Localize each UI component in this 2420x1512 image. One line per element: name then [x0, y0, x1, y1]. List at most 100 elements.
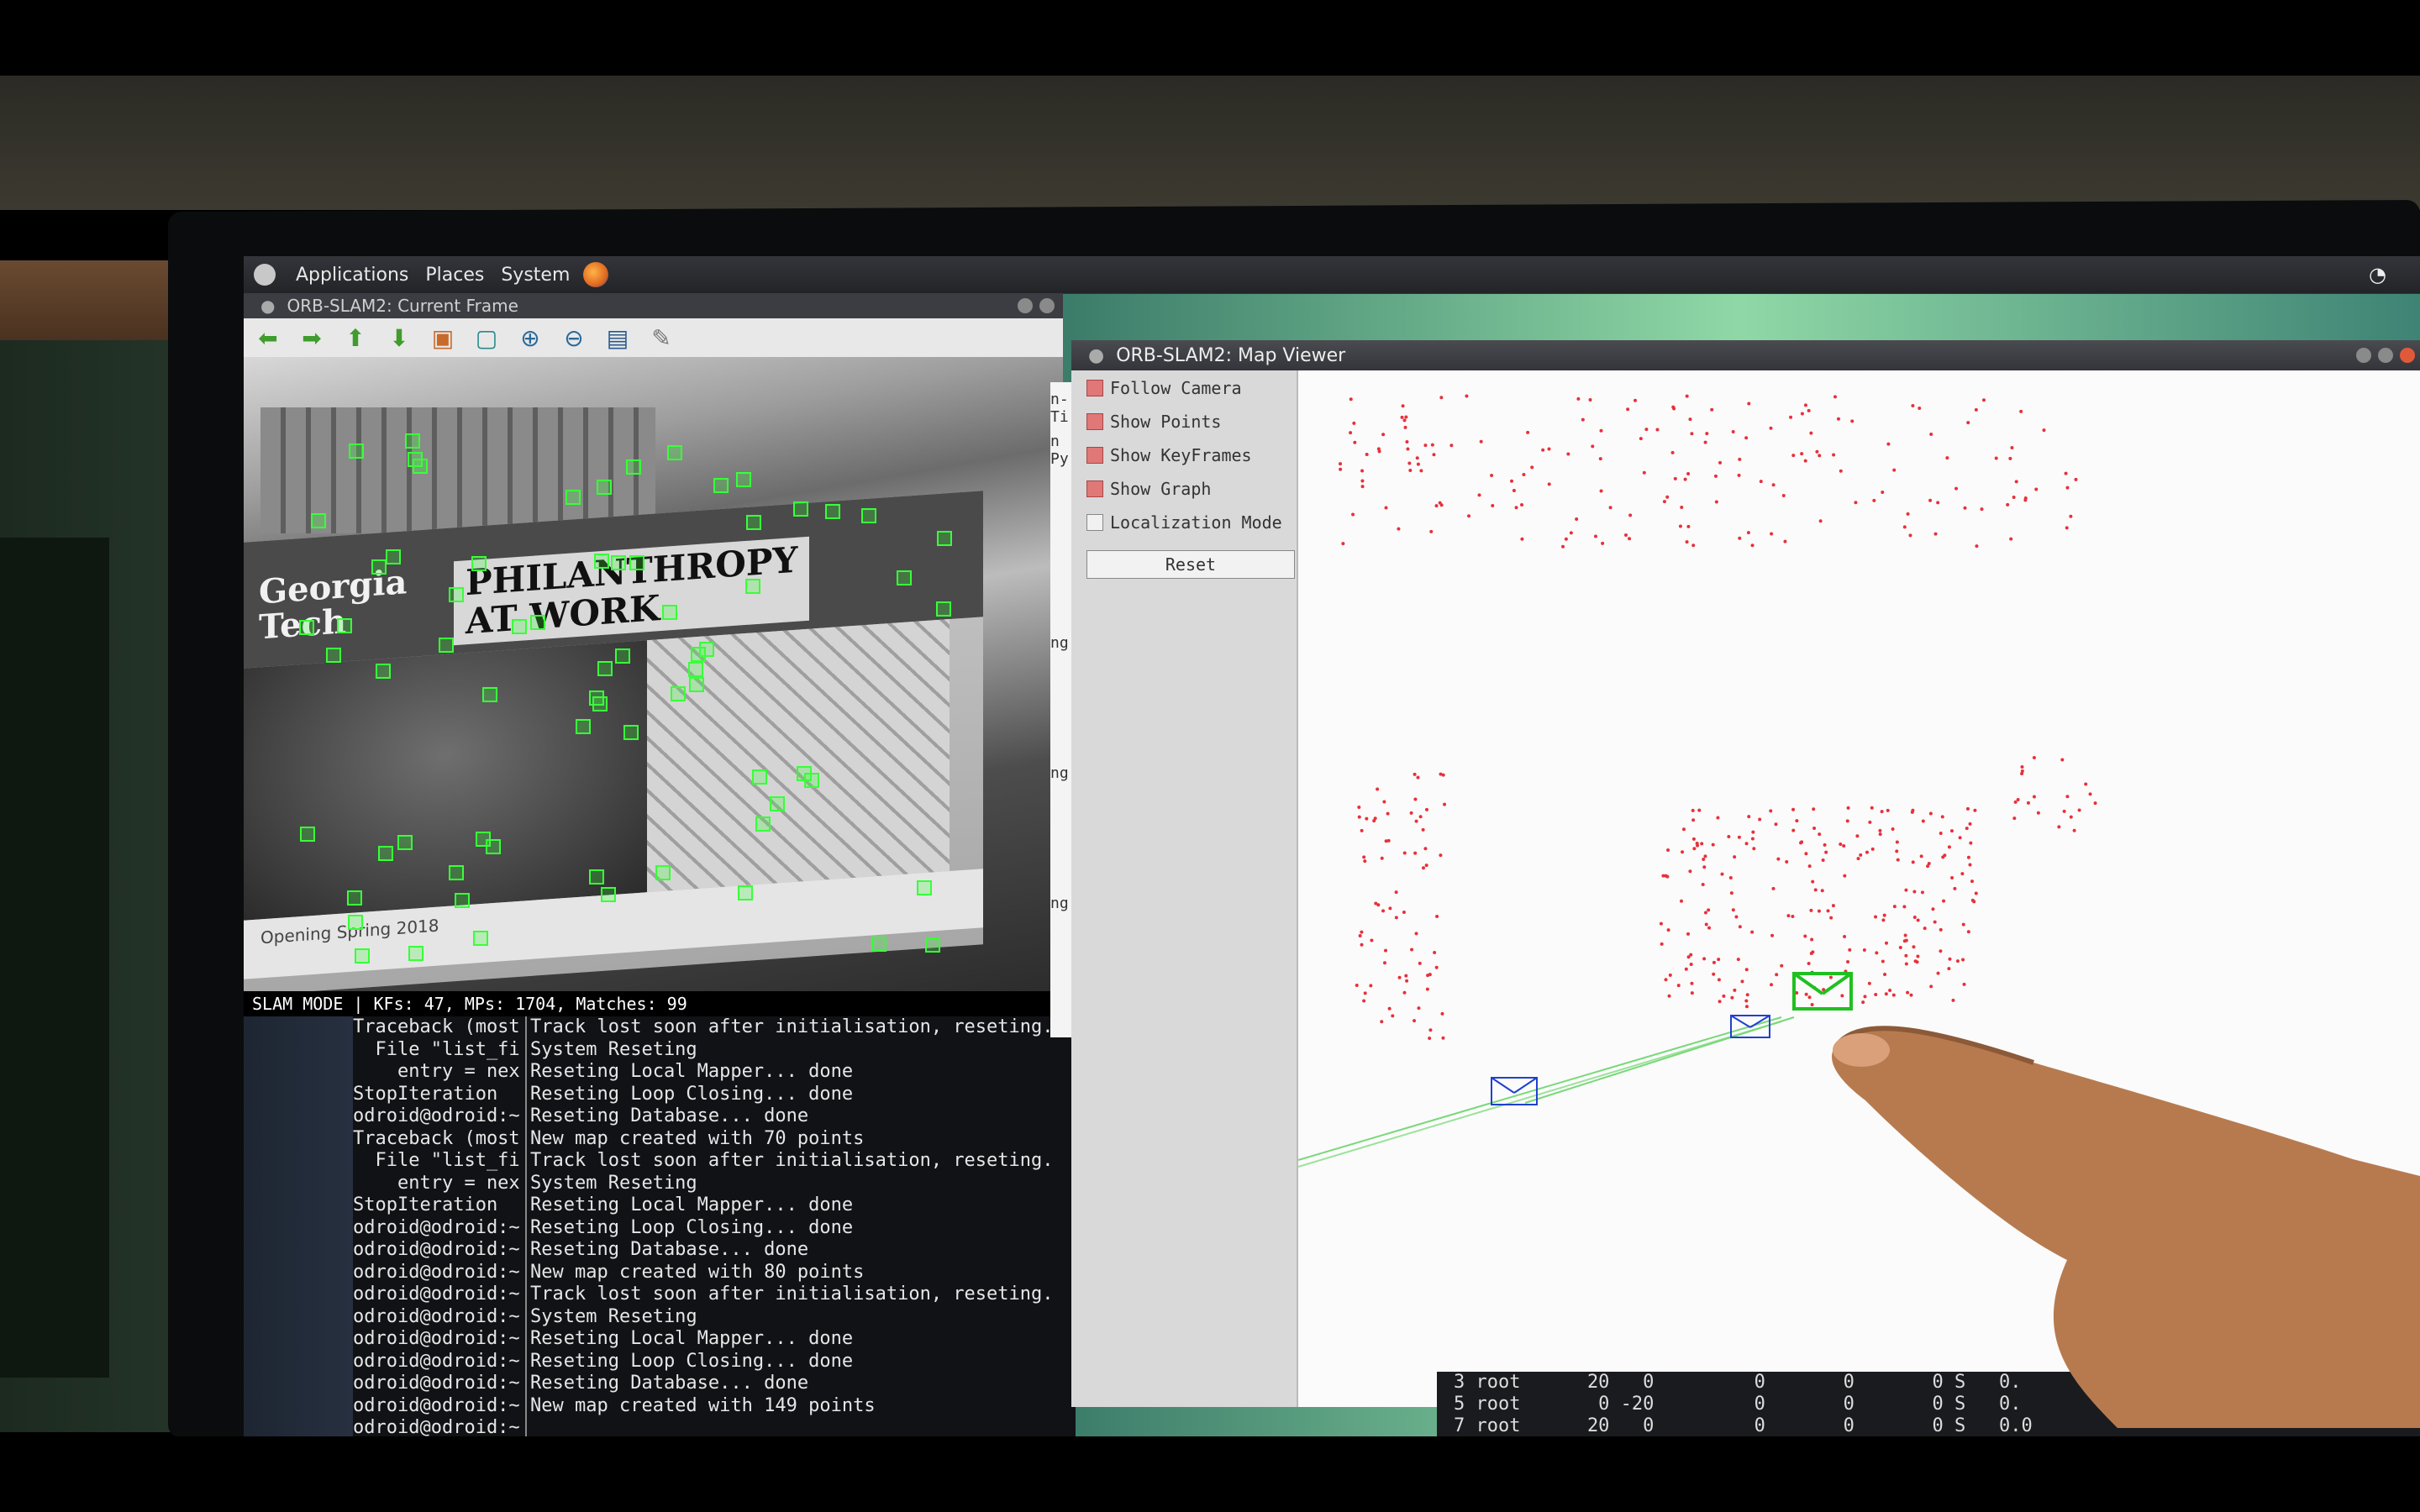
- window-menu-icon[interactable]: ●: [260, 296, 275, 316]
- checkbox-show-graph[interactable]: [1086, 480, 1103, 497]
- map-point: [1402, 851, 1407, 855]
- map-point: [1716, 816, 1720, 820]
- map-point: [2064, 471, 2068, 475]
- map-point: [1384, 506, 1388, 510]
- terminal-line: System Reseting: [530, 1305, 697, 1327]
- map-point: [1520, 537, 1524, 541]
- background-wall: [0, 76, 2420, 210]
- map-point: [1815, 449, 1819, 454]
- map-point: [1439, 396, 1444, 400]
- option-show-points[interactable]: Show Points: [1086, 407, 1221, 436]
- map-point: [1407, 461, 1412, 465]
- georgia-tech-logo: Georgia Tech: [259, 562, 408, 648]
- feature-marker: [371, 559, 387, 575]
- window-menu-icon[interactable]: ●: [1088, 345, 1104, 366]
- feature-marker: [354, 948, 370, 964]
- map-point: [1969, 841, 1973, 845]
- top-panel: Applications Places System ◔: [244, 256, 2420, 293]
- map-point: [2012, 495, 2016, 499]
- option-follow-camera[interactable]: Follow Camera: [1086, 374, 1242, 402]
- ubuntu-logo-icon[interactable]: [254, 264, 276, 286]
- checkbox-follow-camera[interactable]: [1086, 380, 1103, 396]
- feature-marker: [310, 512, 326, 528]
- wifi-icon[interactable]: ◔: [2369, 263, 2386, 286]
- map-point: [2065, 795, 2070, 799]
- option-show-keyframes[interactable]: Show KeyFrames: [1086, 441, 1252, 470]
- image-icon[interactable]: ▣: [429, 324, 457, 352]
- current-frame-window: ● ORB-SLAM2: Current Frame ⬅ ➡ ⬆ ⬇ ▣ ▢ ⊕…: [244, 293, 1063, 1066]
- zoom-out-icon[interactable]: ⊖: [560, 324, 588, 352]
- map-point: [1921, 819, 1925, 823]
- feature-marker: [735, 472, 751, 488]
- map-point: [1639, 437, 1643, 441]
- map-point: [1665, 495, 1670, 499]
- map-point: [2069, 815, 2073, 819]
- menu-places[interactable]: Places: [417, 265, 492, 286]
- map-viewer-titlebar[interactable]: ● ORB-SLAM2: Map Viewer: [1071, 340, 2420, 370]
- feature-marker: [385, 549, 401, 564]
- terminal-right-pane[interactable]: Track lost soon after initialisation, re…: [525, 1016, 1085, 1436]
- option-show-graph[interactable]: Show Graph: [1086, 475, 1211, 503]
- map-point: [1747, 815, 1751, 819]
- map-point: [1685, 394, 1689, 398]
- minimize-icon[interactable]: [2356, 348, 2371, 363]
- map-point: [1369, 984, 1373, 988]
- map-point: [1881, 918, 1886, 922]
- firefox-icon[interactable]: [583, 262, 609, 287]
- terminal-window[interactable]: Traceback (most File "list_fi entry = ne…: [244, 1016, 1076, 1436]
- checkbox-show-points[interactable]: [1086, 413, 1103, 430]
- option-localization-mode[interactable]: Localization Mode: [1086, 508, 1282, 537]
- arrow-down-icon[interactable]: ⬇: [385, 324, 413, 352]
- map-point: [1701, 883, 1705, 887]
- arrow-up-icon[interactable]: ⬆: [341, 324, 370, 352]
- save-icon[interactable]: ▤: [603, 324, 632, 352]
- map-point: [1821, 858, 1825, 863]
- map-point: [1391, 1014, 1395, 1018]
- feature-marker: [936, 531, 952, 547]
- menu-applications[interactable]: Applications: [287, 265, 417, 286]
- map-point: [1424, 807, 1428, 811]
- checkbox-show-keyframes[interactable]: [1086, 447, 1103, 464]
- map-point: [1404, 415, 1408, 419]
- current-frame-titlebar[interactable]: ● ORB-SLAM2: Current Frame: [244, 293, 1063, 318]
- map-point: [1839, 469, 1843, 473]
- feature-marker: [687, 662, 703, 678]
- map-point: [1355, 983, 1359, 987]
- maximize-icon[interactable]: [2378, 348, 2393, 363]
- map-point: [1360, 930, 1364, 934]
- arrow-right-icon[interactable]: ➡: [297, 324, 326, 352]
- map-point: [1363, 859, 1367, 864]
- map-point: [1731, 908, 1735, 912]
- zoom-in-icon[interactable]: ⊕: [516, 324, 544, 352]
- map-point: [1747, 402, 1751, 406]
- map-point: [1771, 886, 1776, 890]
- reset-button[interactable]: Reset: [1086, 550, 1295, 579]
- map-point: [1791, 828, 1796, 832]
- map-point: [1700, 842, 1704, 846]
- minimize-icon[interactable]: [1018, 298, 1033, 313]
- checkbox-localization-mode[interactable]: [1086, 514, 1103, 531]
- map-point: [1820, 889, 1824, 893]
- map-point: [1673, 476, 1677, 480]
- map-point: [1360, 479, 1365, 483]
- map-point: [1382, 800, 1386, 804]
- map-point: [1759, 480, 1763, 484]
- close-icon[interactable]: [1039, 298, 1055, 313]
- map-point: [1704, 922, 1708, 927]
- map-point: [1884, 941, 1888, 945]
- brush-icon[interactable]: ✎: [647, 324, 676, 352]
- menu-system[interactable]: System: [492, 265, 578, 286]
- feature-marker: [615, 648, 631, 664]
- map-point: [1795, 819, 1799, 823]
- map-point: [1599, 428, 1603, 433]
- map-point: [2016, 797, 2020, 801]
- map-point: [1628, 537, 1632, 541]
- terminal-left-pane[interactable]: Traceback (most File "list_fi entry = ne…: [353, 1016, 529, 1436]
- arrow-left-icon[interactable]: ⬅: [254, 324, 282, 352]
- terminal-line: Reseting Database... done: [530, 1373, 809, 1394]
- map-point: [1813, 888, 1818, 892]
- map-point: [1686, 524, 1691, 528]
- feature-marker: [745, 579, 761, 595]
- fit-window-icon[interactable]: ▢: [472, 324, 501, 352]
- close-icon[interactable]: [2400, 348, 2415, 363]
